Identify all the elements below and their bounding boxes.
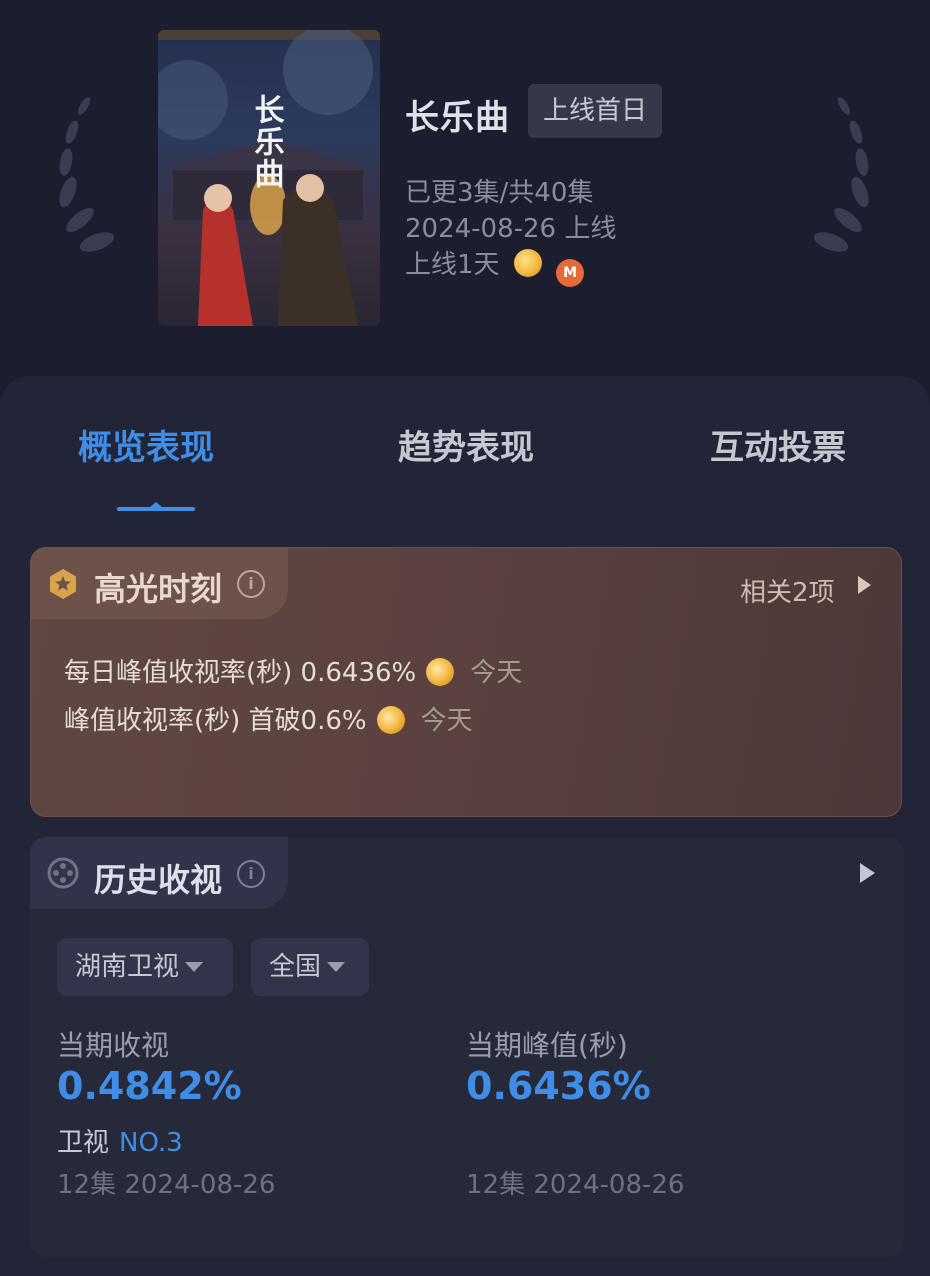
history-title: 历史收视 bbox=[94, 861, 223, 899]
info-icon[interactable]: i bbox=[237, 570, 265, 598]
region-dropdown[interactable]: 全国 bbox=[251, 938, 369, 996]
info-icon[interactable]: i bbox=[237, 860, 265, 888]
tab-trend[interactable]: 趋势表现 bbox=[398, 420, 534, 469]
current-rating-value: 0.4842% bbox=[57, 1064, 242, 1108]
highlight-item: 峰值收视率(秒) 首破0.6% 今天 bbox=[64, 700, 473, 737]
tab-vote[interactable]: 互动投票 bbox=[710, 420, 846, 469]
tab-overview[interactable]: 概览表现 bbox=[78, 420, 214, 469]
star-badge-icon bbox=[50, 569, 76, 599]
poster-artwork: 长乐曲 bbox=[158, 30, 380, 326]
region-value: 全国 bbox=[269, 952, 322, 982]
hunan-tv-logo-icon[interactable] bbox=[513, 249, 542, 277]
active-tab-indicator bbox=[117, 502, 195, 511]
episode-count: 已更3集/共40集 bbox=[405, 178, 594, 208]
channel-value: 湖南卫视 bbox=[75, 952, 180, 982]
show-poster[interactable]: 长乐曲 bbox=[158, 30, 380, 326]
days-online: 上线1天 bbox=[405, 250, 500, 280]
rank-value: NO.3 bbox=[119, 1128, 183, 1158]
highlight-time: 今天 bbox=[420, 706, 473, 736]
episode-date-right: 12集 2024-08-26 bbox=[466, 1170, 685, 1200]
hunan-tv-logo-icon bbox=[376, 706, 405, 734]
poster-title: 长乐曲 bbox=[249, 94, 285, 190]
air-date: 2024-08-26 上线 bbox=[405, 214, 617, 244]
show-title: 长乐曲 bbox=[405, 98, 510, 138]
rank-label: 卫视 bbox=[57, 1128, 110, 1158]
highlight-item: 每日峰值收视率(秒) 0.6436% 今天 bbox=[64, 652, 522, 689]
highlight-title: 高光时刻 bbox=[94, 570, 223, 608]
launch-badge: 上线首日 bbox=[528, 84, 662, 138]
peak-rating-value: 0.6436% bbox=[466, 1064, 651, 1108]
film-reel-icon bbox=[47, 857, 79, 889]
peak-rating-label: 当期峰值(秒) bbox=[466, 1029, 628, 1062]
play-arrow-icon[interactable] bbox=[858, 576, 871, 594]
laurel-right-icon bbox=[813, 97, 869, 252]
hunan-tv-logo-icon bbox=[426, 658, 455, 686]
caret-down-icon bbox=[185, 962, 204, 972]
channel-dropdown[interactable]: 湖南卫视 bbox=[57, 938, 233, 996]
highlight-more-link[interactable]: 相关2项 bbox=[740, 572, 835, 609]
episode-date-left: 12集 2024-08-26 bbox=[57, 1170, 276, 1200]
current-rating-label: 当期收视 bbox=[57, 1029, 170, 1062]
mango-tv-logo-icon[interactable]: M bbox=[556, 259, 585, 287]
caret-down-icon bbox=[327, 962, 346, 972]
highlight-time: 今天 bbox=[470, 658, 523, 688]
play-arrow-icon[interactable] bbox=[860, 863, 875, 883]
highlight-text: 峰值收视率(秒) 首破0.6% bbox=[64, 706, 367, 736]
rank-row: 卫视 NO.3 bbox=[57, 1122, 183, 1159]
laurel-left-icon bbox=[59, 97, 115, 252]
days-online-row: 上线1天 M bbox=[405, 244, 585, 287]
highlight-text: 每日峰值收视率(秒) 0.6436% bbox=[64, 658, 417, 688]
